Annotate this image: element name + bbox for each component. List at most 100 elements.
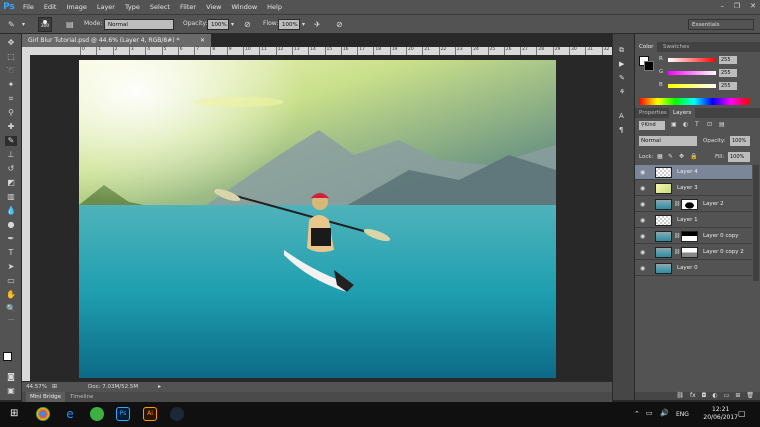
layer-row[interactable]: ◉ Layer 1	[635, 213, 752, 228]
visibility-eye-icon[interactable]: ◉	[640, 265, 645, 272]
network-icon[interactable]: ▭	[646, 409, 653, 417]
actions-icon[interactable]: ▶	[619, 60, 624, 68]
color-spectrum[interactable]	[639, 98, 749, 105]
chevron-down-icon[interactable]: ▾	[231, 20, 234, 30]
mask-link-icon[interactable]: ⛓	[674, 233, 680, 239]
notification-icon[interactable]: ▢	[738, 409, 746, 418]
windows-start-icon[interactable]: ⊞	[10, 408, 18, 419]
green-slider[interactable]	[668, 71, 716, 75]
layer-opacity-input[interactable]: 100%	[730, 136, 750, 146]
quick-selection-icon[interactable]: ✦	[5, 80, 17, 90]
green-value[interactable]: 255	[719, 69, 737, 77]
layer-row[interactable]: ◉ ⛓ Layer 0 copy	[635, 229, 752, 244]
adjustment-filter-icon[interactable]: ◐	[683, 121, 688, 128]
lock-image-icon[interactable]: ✎	[668, 153, 673, 160]
minimize-icon[interactable]: –	[720, 2, 724, 10]
illustrator-icon[interactable]: Ai	[143, 407, 157, 421]
delete-layer-icon[interactable]: 🗑	[746, 392, 754, 400]
mode-select[interactable]: Normal	[104, 19, 174, 30]
menu-file[interactable]: File	[18, 0, 39, 14]
mask-link-icon[interactable]: ⛓	[674, 249, 680, 255]
menu-view[interactable]: View	[201, 0, 226, 14]
lock-position-icon[interactable]: ✥	[679, 153, 684, 160]
menu-help[interactable]: Help	[262, 0, 287, 14]
close-icon[interactable]: ✕	[750, 2, 756, 10]
visibility-eye-icon[interactable]: ◉	[640, 233, 645, 240]
character-icon[interactable]: A	[619, 112, 624, 120]
chrome-icon[interactable]	[36, 407, 50, 421]
mask-link-icon[interactable]: ⛓	[674, 201, 680, 207]
menu-layer[interactable]: Layer	[92, 0, 120, 14]
shape-tool-icon[interactable]: ▭	[5, 276, 17, 286]
layer-row[interactable]: ◉ Layer 0	[635, 261, 752, 276]
mini-bridge-tab[interactable]: Mini Bridge	[26, 392, 65, 402]
type-tool-icon[interactable]: T	[5, 248, 17, 258]
clone-stamp-icon[interactable]: ⊥	[5, 150, 17, 160]
language-indicator[interactable]: ENG	[676, 411, 689, 418]
chevron-down-icon[interactable]: ▾	[22, 20, 25, 30]
brush-size-picker[interactable]: 300	[38, 17, 52, 32]
steam-icon[interactable]	[170, 407, 184, 421]
blend-mode-select[interactable]: Normal	[639, 136, 697, 146]
workspace-select[interactable]: Essentials	[688, 19, 754, 30]
lasso-tool-icon[interactable]: ➰	[5, 66, 17, 76]
layer-mask-thumbnail[interactable]	[681, 231, 698, 242]
eyedropper-icon[interactable]: ⚲	[5, 108, 17, 118]
lock-all-icon[interactable]: 🔒	[690, 153, 697, 160]
tray-chevron-up-icon[interactable]: ⌃	[634, 410, 640, 418]
menu-edit[interactable]: Edit	[39, 0, 62, 14]
paragraph-icon[interactable]: ¶	[619, 126, 623, 134]
history-brush-icon[interactable]: ↺	[5, 164, 17, 174]
layer-row[interactable]: ◉ Layer 3	[635, 181, 752, 196]
blue-slider[interactable]	[668, 84, 716, 88]
pixel-filter-icon[interactable]: ▣	[671, 121, 677, 128]
blur-tool-icon[interactable]: 💧	[5, 206, 17, 216]
gradient-tool-icon[interactable]: ▥	[5, 192, 17, 202]
move-tool-icon[interactable]: ✥	[5, 38, 17, 48]
layer-mask-thumbnail[interactable]	[681, 199, 698, 210]
new-group-icon[interactable]: ▭	[724, 392, 730, 400]
history-icon[interactable]: ⧉	[619, 46, 624, 55]
visibility-eye-icon[interactable]: ◉	[640, 249, 645, 256]
foreground-color-swatch[interactable]	[3, 352, 12, 361]
status-menu-icon[interactable]: ⊞	[52, 383, 57, 390]
flow-input[interactable]: 100%	[278, 19, 300, 30]
type-filter-icon[interactable]: T	[695, 121, 699, 128]
path-selection-icon[interactable]: ➤	[5, 262, 17, 272]
vertical-ruler[interactable]	[22, 55, 30, 381]
pressure-opacity-icon[interactable]: ⊘	[244, 20, 251, 30]
quick-mask-icon[interactable]: ◙	[5, 372, 17, 382]
add-mask-icon[interactable]: ◘	[702, 392, 707, 400]
more-tools-icon[interactable]: …	[5, 314, 17, 324]
fill-input[interactable]: 100%	[728, 152, 750, 162]
chevron-down-icon[interactable]: ▾	[302, 20, 305, 30]
zoom-level[interactable]: 44.57%	[26, 384, 47, 390]
taskbar-clock[interactable]: 12:21 20/06/2017	[703, 406, 738, 422]
new-layer-icon[interactable]: ⊞	[735, 392, 740, 400]
menu-image[interactable]: Image	[61, 0, 91, 14]
edge-icon[interactable]: e	[63, 407, 77, 421]
red-slider[interactable]	[668, 58, 716, 62]
brush-tool-preset-icon[interactable]: ✎	[8, 20, 15, 30]
menu-type[interactable]: Type	[120, 0, 145, 14]
healing-brush-icon[interactable]: ✚	[5, 122, 17, 132]
layer-row[interactable]: ◉ ⛓ Layer 2	[635, 197, 752, 212]
eraser-icon[interactable]: ◩	[5, 178, 17, 188]
link-layers-icon[interactable]: ⛓	[676, 392, 684, 400]
opacity-input[interactable]: 100%	[207, 19, 229, 30]
horizontal-ruler[interactable]: 0 1 2 3 4 5 6 7 8 9 10 11 12 13 14 15 16 17 18 19 20 21 22 23 24…	[22, 47, 626, 55]
color-background-swatch[interactable]	[644, 61, 654, 71]
smart-filter-icon[interactable]: ▤	[719, 121, 725, 128]
visibility-eye-icon[interactable]: ◉	[640, 185, 645, 192]
document-tab[interactable]: Girl Blur Tutorial.psd @ 44.6% (Layer 4,…	[22, 34, 212, 47]
layer-row[interactable]: ◉ Layer 4	[635, 165, 752, 180]
layers-scrollbar[interactable]	[753, 165, 759, 281]
pressure-size-icon[interactable]: ⊘	[336, 20, 343, 30]
tab-color[interactable]: Color	[635, 42, 658, 52]
timeline-tab[interactable]: Timeline	[70, 392, 93, 402]
restore-icon[interactable]: ❐	[734, 2, 740, 10]
visibility-eye-icon[interactable]: ◉	[640, 217, 645, 224]
menu-filter[interactable]: Filter	[175, 0, 201, 14]
shape-filter-icon[interactable]: ⊡	[707, 121, 712, 128]
layer-filter-kind[interactable]: ⚲Kind	[639, 121, 665, 130]
